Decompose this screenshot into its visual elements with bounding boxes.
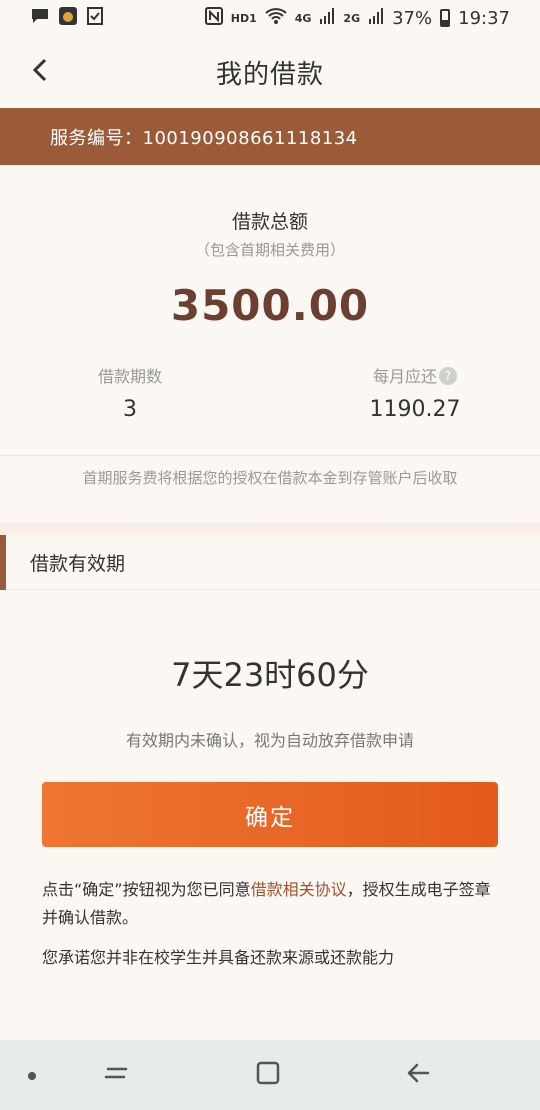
section-accent <box>0 535 6 590</box>
validity-countdown: 7天23时60分 <box>171 656 369 694</box>
battery-icon <box>440 9 451 27</box>
checklist-icon <box>86 6 104 30</box>
total-amount-label: 借款总额 <box>231 211 308 233</box>
recent-apps-button[interactable] <box>98 1060 134 1090</box>
system-back-icon <box>404 1061 432 1089</box>
monthly-label-row: 每月应还? <box>340 363 490 387</box>
confirm-button[interactable]: 确定 <box>42 782 498 847</box>
periods-column: 借款期数 3 <box>60 363 200 422</box>
message-icon <box>30 7 50 29</box>
periods-value: 3 <box>123 397 137 422</box>
top-nav-bar: 我的借款 <box>0 36 540 108</box>
system-navigation-bar <box>0 1040 540 1110</box>
clock-time: 19:37 <box>458 7 510 29</box>
signal-icon <box>319 7 335 29</box>
battery-percent: 37% <box>392 7 433 29</box>
monthly-value: 1190.27 <box>369 397 461 422</box>
nav-dot-indicator <box>28 1072 36 1080</box>
validity-note: 有效期内未确认，视为自动放弃借款申请 <box>125 731 414 750</box>
section-gap <box>0 523 540 535</box>
signal-2-icon <box>368 7 384 29</box>
home-button[interactable] <box>250 1060 286 1090</box>
fee-note: 首期服务费将根据您的授权在借款本金到存管账户后收取 <box>82 469 458 487</box>
total-amount-value: 3500.00 <box>170 281 370 330</box>
service-number-bar: 服务编号：100190908661118134 <box>0 108 540 165</box>
signal-4g-label: 4G <box>294 11 312 25</box>
status-right: HD1 4G 2G 37% 19:37 <box>204 7 510 29</box>
network-label: HD1 <box>230 11 257 25</box>
divider <box>0 455 540 456</box>
validity-section-header: 借款有效期 <box>0 535 540 590</box>
nfc-icon <box>204 7 223 29</box>
monthly-column: 每月应还? 1190.27 <box>340 363 490 422</box>
loan-agreement-link[interactable]: 借款相关协议 <box>251 880 347 899</box>
status-left <box>30 6 104 30</box>
promise-text: 您承诺您并非在校学生并具备还款来源或还款能力 <box>42 948 395 967</box>
status-bar: HD1 4G 2G 37% 19:37 <box>0 0 540 36</box>
wifi-icon <box>265 7 287 29</box>
service-number-text: 服务编号：100190908661118134 <box>50 127 358 149</box>
app-icon <box>58 6 78 30</box>
chevron-left-icon <box>32 58 48 86</box>
validity-section-title: 借款有效期 <box>30 552 126 575</box>
home-icon <box>255 1060 281 1090</box>
total-amount-note: （包含首期相关费用） <box>194 241 345 259</box>
agreement-text: 点击“确定”按钮视为您已同意借款相关协议，授权生成电子签章并确认借款。 <box>42 876 502 932</box>
back-button[interactable] <box>20 52 60 92</box>
loan-summary-card: 借款总额 （包含首期相关费用） 3500.00 借款期数 3 每月应还? 119… <box>0 165 540 523</box>
recent-apps-icon <box>102 1061 130 1089</box>
system-back-button[interactable] <box>400 1060 436 1090</box>
page-title: 我的借款 <box>215 59 324 90</box>
agreement-prefix: 点击“确定”按钮视为您已同意 <box>42 880 251 899</box>
periods-label: 借款期数 <box>97 367 162 386</box>
monthly-label: 每月应还 <box>372 367 437 386</box>
signal-2g-label: 2G <box>343 11 361 25</box>
question-circle-icon[interactable]: ? <box>439 367 457 385</box>
